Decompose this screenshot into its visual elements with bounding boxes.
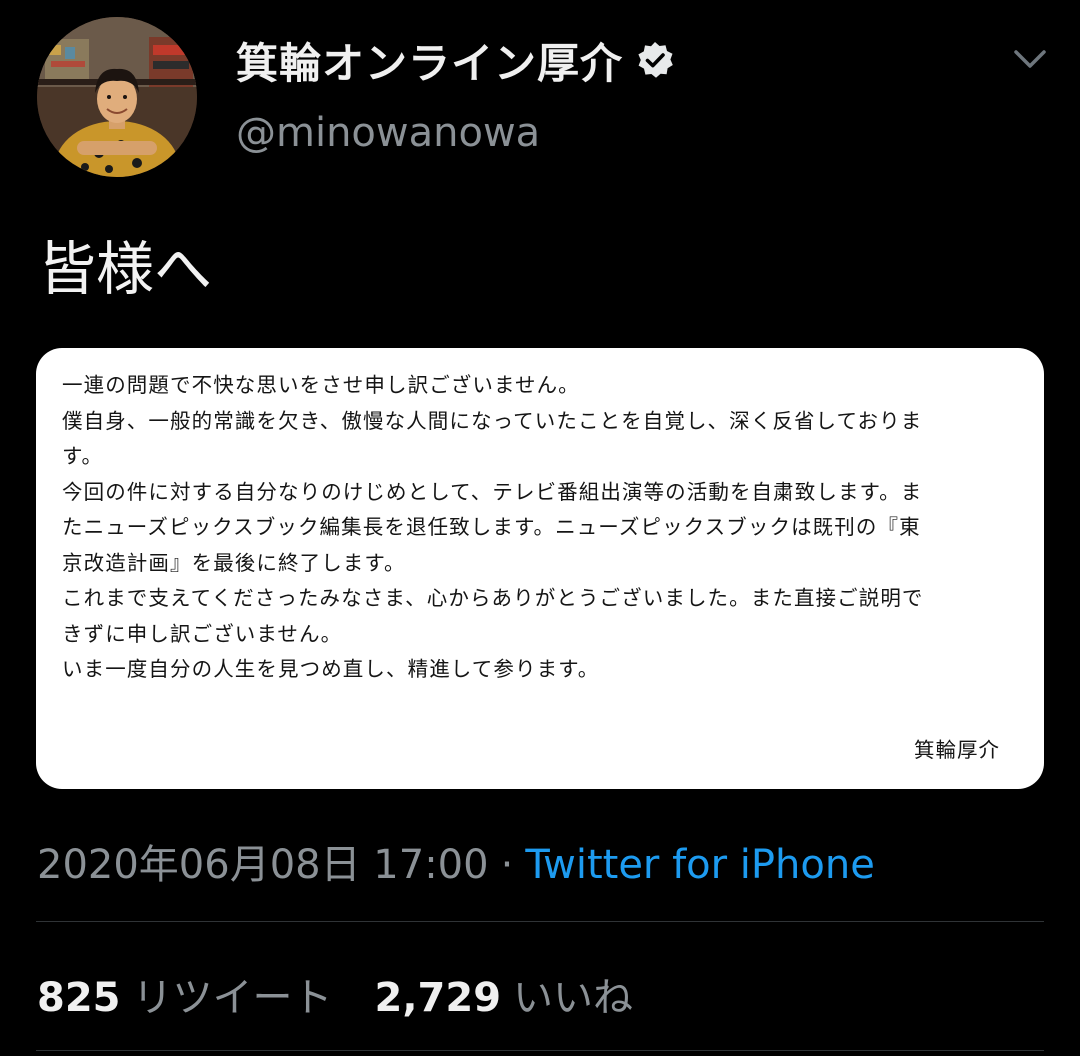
statement-line: 京改造計画』を最後に終了します。 xyxy=(62,550,406,575)
statement-line: いま一度自分の人生を見つめ直し、精進して参ります。 xyxy=(62,657,600,681)
likes-label: いいね xyxy=(513,975,634,1021)
verified-badge-icon xyxy=(635,40,675,80)
retweets-label: リツイート xyxy=(132,975,333,1021)
likes-stat[interactable]: 2,729 いいね xyxy=(375,965,634,1023)
statement-line: 僕自身、一般的常識を欠き、傲慢な人間になっていたことを自覚し、深く反省しておりま xyxy=(62,408,923,433)
statement-line: きずに申し訳ございません。 xyxy=(62,621,343,646)
timestamp[interactable]: 2020年06月08日 17:00 xyxy=(37,832,489,890)
source-link[interactable]: Twitter for iPhone xyxy=(525,842,875,888)
engagement-stats: 825 リツイート 2,729 いいね xyxy=(37,965,633,1023)
statement-text: 一連の問題で不快な思いをさせ申し訳ございません。 僕自身、一般的常識を欠き、傲慢… xyxy=(62,368,1022,688)
likes-count: 2,729 xyxy=(374,975,502,1021)
divider xyxy=(36,1050,1044,1051)
author-name-row[interactable]: 箕輪オンライン厚介 xyxy=(236,32,675,88)
statement-line: これまで支えてくださったみなさま、心からありがとうございました。また直接ご説明で xyxy=(62,586,924,610)
tweet-text: 皆様へ xyxy=(38,235,213,303)
statement-signature: 箕輪厚介 xyxy=(914,738,1000,762)
statement-line: す。 xyxy=(62,444,104,468)
tweet-meta: 2020年06月08日 17:00 · Twitter for iPhone xyxy=(37,832,875,890)
chevron-down-icon[interactable] xyxy=(1010,42,1050,78)
divider xyxy=(36,921,1044,922)
meta-separator: · xyxy=(500,842,514,888)
tweet-detail: 箕輪オンライン厚介 @minowanowa 皆様へ 一連の問題で不快な思いをさせ… xyxy=(0,0,1080,1056)
avatar[interactable] xyxy=(37,17,197,177)
attached-image[interactable]: 一連の問題で不快な思いをさせ申し訳ございません。 僕自身、一般的常識を欠き、傲慢… xyxy=(36,348,1044,789)
statement-line: たニューズピックスブック編集長を退任致します。ニューズピックスブックは既刊の『東 xyxy=(62,515,921,539)
statement-line: 一連の問題で不快な思いをさせ申し訳ございません。 xyxy=(62,373,580,397)
author-handle[interactable]: @minowanowa xyxy=(236,110,540,156)
profile-photo xyxy=(37,17,197,177)
retweets-stat[interactable]: 825 リツイート xyxy=(37,965,333,1023)
display-name[interactable]: 箕輪オンライン厚介 xyxy=(236,30,623,91)
retweets-count: 825 xyxy=(37,975,121,1021)
statement-line: 今回の件に対する自分なりのけじめとして、テレビ番組出演等の活動を自粛致します。ま xyxy=(62,479,923,504)
